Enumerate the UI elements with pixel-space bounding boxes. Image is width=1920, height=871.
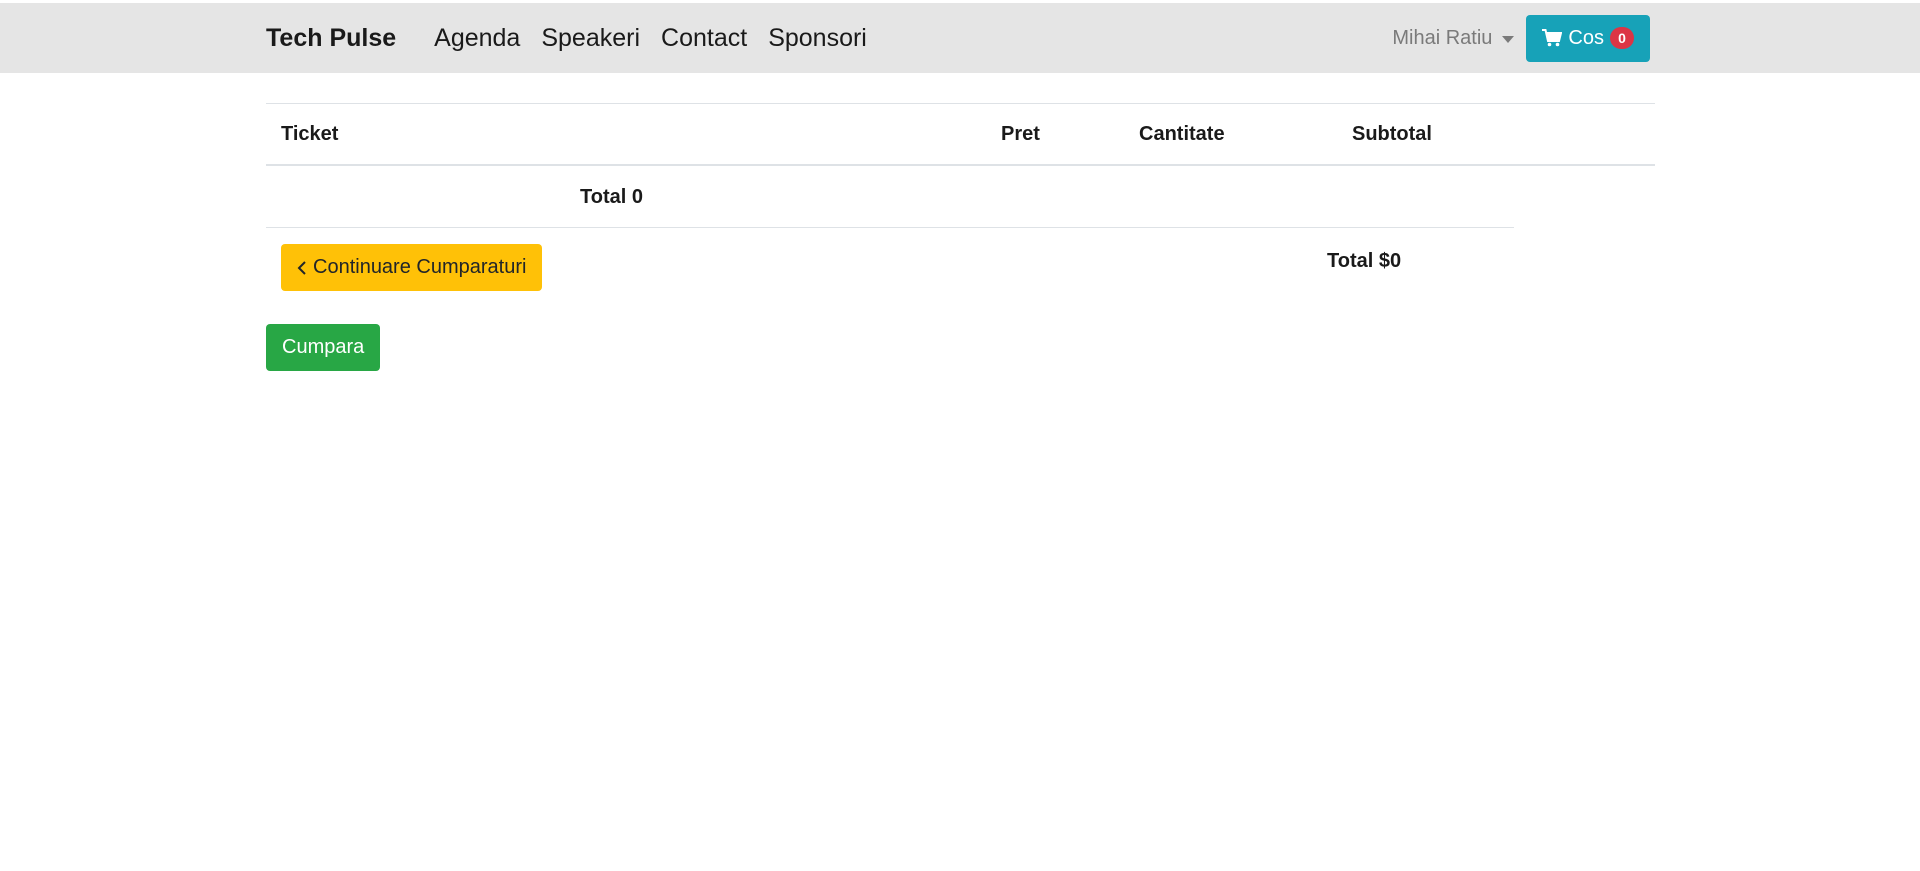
nav-link-speakeri[interactable]: Speakeri: [541, 24, 640, 53]
cart-button[interactable]: Cos 0: [1526, 14, 1650, 62]
user-name: Mihai Ratiu: [1392, 26, 1493, 49]
continue-shopping-button[interactable]: Continuare Cumparaturi: [281, 244, 543, 291]
cart-table-header-row: Ticket Pret Cantitate Subtotal: [266, 103, 1655, 166]
cart-label: Cos: [1568, 26, 1604, 49]
buy-button[interactable]: Cumpara: [266, 324, 381, 371]
shopping-cart-icon: [1542, 29, 1563, 47]
navbar-inner: Tech Pulse Agenda Speakeri Contact Spons…: [266, 3, 1650, 73]
col-header-pret: Pret: [986, 103, 1124, 166]
grand-total: Total $0: [1327, 250, 1402, 272]
caret-down-icon: [1502, 35, 1515, 43]
col-header-cantitate: Cantitate: [1124, 103, 1337, 166]
col-header-ticket: Ticket: [266, 103, 986, 166]
brand-logo[interactable]: Tech Pulse: [266, 24, 396, 53]
cart-container: Ticket Pret Cantitate Subtotal Total 0 C…: [266, 103, 1655, 371]
nav-link-contact[interactable]: Contact: [661, 24, 747, 53]
cart-footer-row: Continuare Cumparaturi Total $0: [266, 228, 1655, 306]
cart-count-badge: 0: [1610, 27, 1634, 49]
navbar: Tech Pulse Agenda Speakeri Contact Spons…: [0, 3, 1920, 73]
nav-link-sponsori[interactable]: Sponsori: [768, 24, 867, 53]
user-dropdown[interactable]: Mihai Ratiu: [1392, 26, 1515, 50]
cart-table: Ticket Pret Cantitate Subtotal: [266, 103, 1655, 166]
continue-shopping-label: Continuare Cumparaturi: [313, 256, 527, 278]
col-header-subtotal: Subtotal: [1337, 103, 1655, 166]
nav-link-agenda[interactable]: Agenda: [434, 24, 520, 53]
total-count-row: Total 0: [266, 166, 1514, 228]
total-count: Total 0: [580, 186, 643, 208]
chevron-left-icon: [297, 260, 307, 275]
